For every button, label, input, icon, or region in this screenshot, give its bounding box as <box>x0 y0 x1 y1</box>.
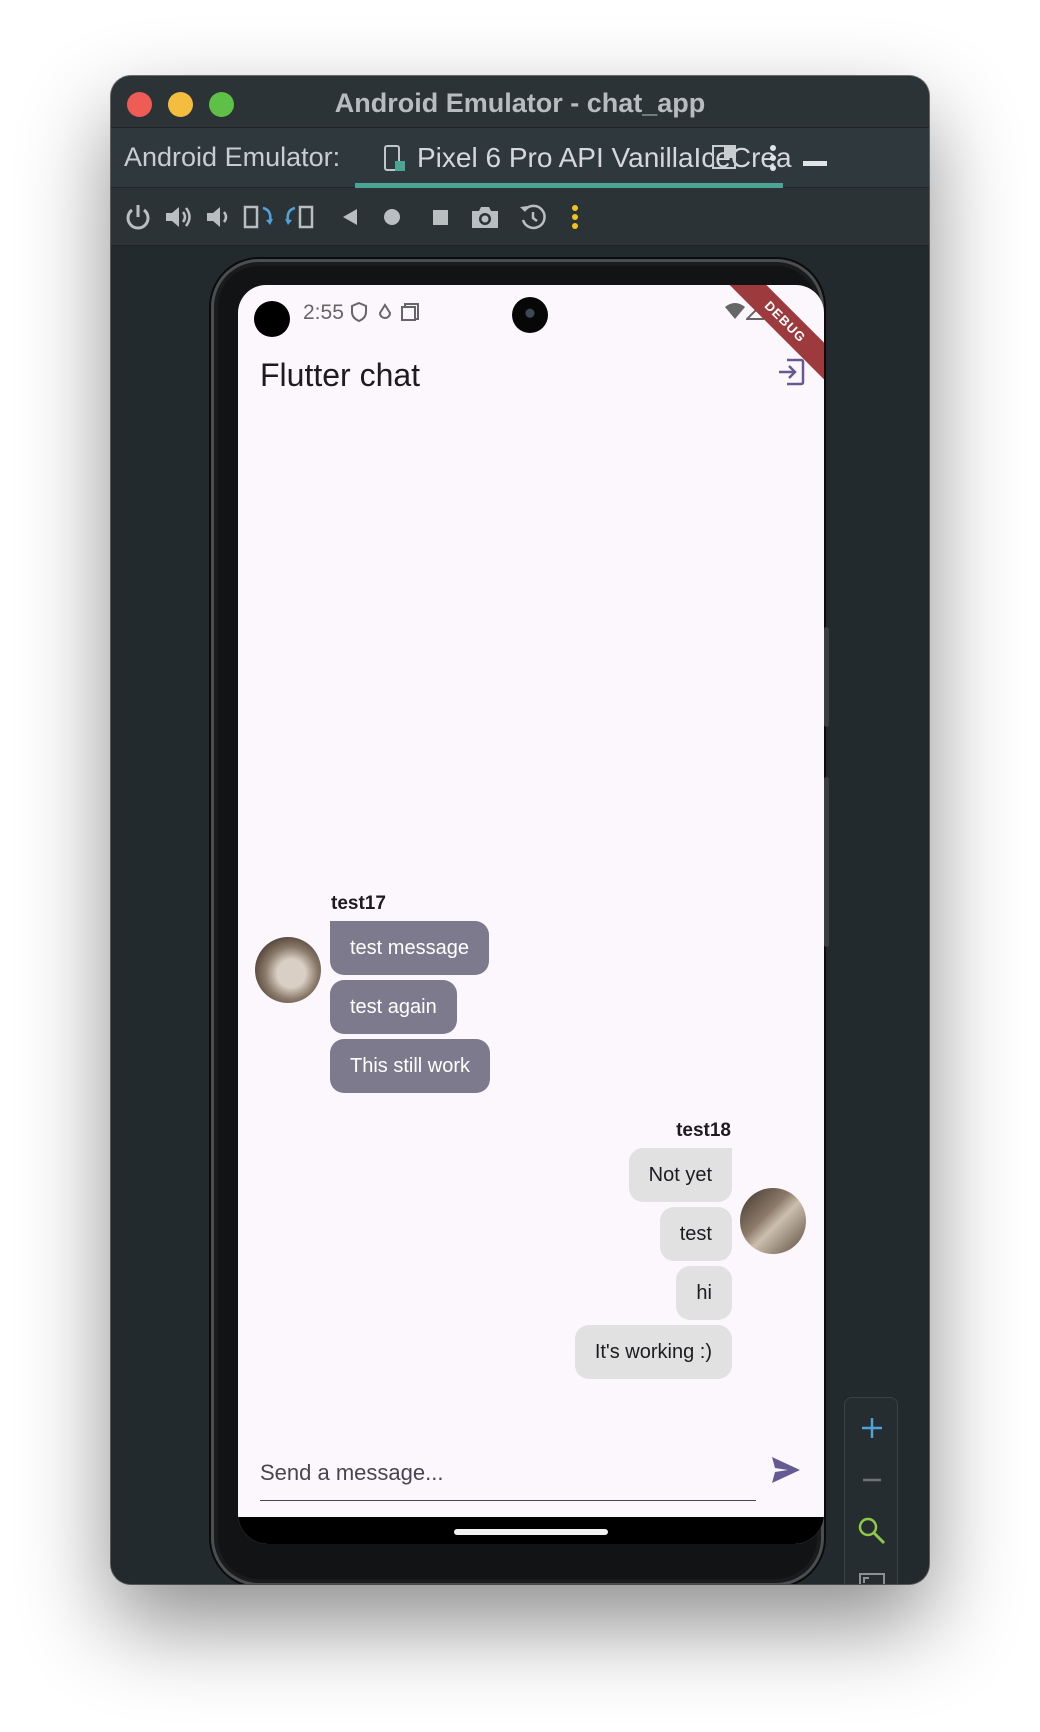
window-title: Android Emulator - chat_app <box>334 88 706 118</box>
message-bubble: test <box>659 1207 732 1261</box>
title-bar: Android Emulator - chat_app <box>111 76 929 128</box>
emulator-window: Android Emulator - chat_app Android Emul… <box>111 76 929 1584</box>
sim-card-icon <box>400 302 420 327</box>
minimize-panel-icon[interactable] <box>803 154 827 172</box>
avatar <box>255 937 321 1003</box>
exit-to-app-icon[interactable] <box>776 357 806 392</box>
tabbar-label: Android Emulator: <box>124 142 341 172</box>
back-icon[interactable] <box>335 202 367 234</box>
rotate-right-icon[interactable] <box>283 202 315 234</box>
notification-dot <box>254 301 290 337</box>
message-bubble: This still work <box>330 1039 491 1093</box>
message-bubble: hi <box>676 1266 732 1320</box>
screenshot-icon[interactable] <box>469 202 501 234</box>
system-navigation-bar <box>238 1517 824 1544</box>
phone-power-key <box>824 627 829 727</box>
snapshot-icon[interactable] <box>517 202 549 234</box>
phone-volume-key <box>824 777 829 947</box>
emulator-tab-bar: Android Emulator: Pixel 6 Pro API Vanill… <box>111 128 929 188</box>
message-bubble: Not yet <box>628 1148 732 1202</box>
zoom-controls <box>844 1397 898 1584</box>
send-icon[interactable] <box>770 1455 802 1490</box>
home-icon[interactable] <box>377 202 409 234</box>
message-bubble: test again <box>330 980 457 1034</box>
volume-down-icon[interactable] <box>203 202 235 234</box>
zoom-out-icon[interactable] <box>856 1464 888 1496</box>
status-time: 2:55 <box>303 301 344 324</box>
message-username: test18 <box>676 1120 731 1141</box>
emulator-toolbar <box>111 188 929 246</box>
fit-to-window-icon[interactable] <box>856 1568 888 1584</box>
message-bubble: It's working :) <box>574 1325 732 1379</box>
status-bar: 2:55 DEBUG <box>238 285 824 392</box>
phone-screen[interactable]: 2:55 DEBUG Flutter chat test17 test mess… <box>238 285 824 1544</box>
message-username: test17 <box>331 893 386 914</box>
actual-size-zoom-icon[interactable] <box>856 1515 888 1547</box>
emulator-display-area: 2:55 DEBUG Flutter chat test17 test mess… <box>111 247 929 1584</box>
app-bar: Flutter chat <box>238 345 824 405</box>
overview-icon[interactable] <box>425 202 457 234</box>
app-title: Flutter chat <box>260 357 421 393</box>
more-options-icon[interactable] <box>767 144 779 177</box>
drop-icon <box>378 302 392 327</box>
extended-controls-icon[interactable] <box>569 202 601 234</box>
wifi-icon <box>724 302 746 325</box>
message-input[interactable] <box>260 1445 756 1501</box>
chat-message-list[interactable]: test17 test message test again This stil… <box>238 405 824 1379</box>
zoom-in-icon[interactable] <box>856 1412 888 1444</box>
front-camera <box>512 297 548 333</box>
rotate-left-icon[interactable] <box>243 202 275 234</box>
volume-up-icon[interactable] <box>163 202 195 234</box>
message-bubble: test message <box>330 921 489 975</box>
shield-icon <box>350 301 368 327</box>
device-phone-icon <box>383 145 407 178</box>
window-layout-icon[interactable] <box>711 144 737 175</box>
home-gesture-handle[interactable] <box>454 1529 608 1535</box>
avatar <box>740 1188 806 1254</box>
power-icon[interactable] <box>123 202 155 234</box>
